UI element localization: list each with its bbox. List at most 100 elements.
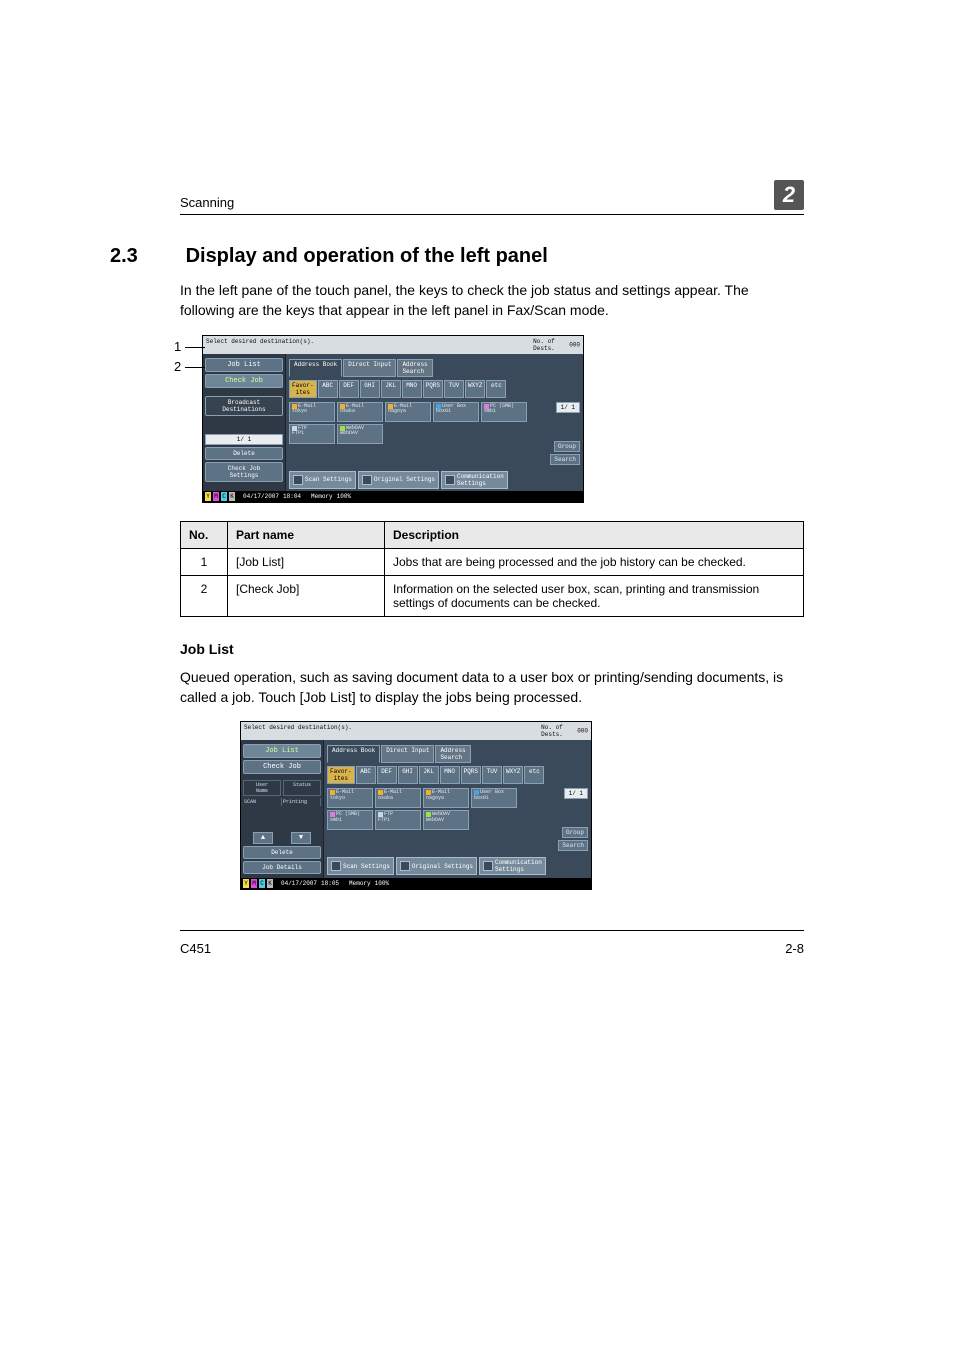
section-number: 2.3 — [110, 245, 180, 268]
group-button[interactable]: Group — [554, 441, 580, 452]
dest-userbox[interactable]: User Boxbox01 — [471, 788, 517, 808]
job-status: Printing — [282, 798, 321, 806]
dest-email-osaka[interactable]: E-Mailosaka — [337, 402, 383, 422]
scan-settings-button[interactable]: Scan Settings — [289, 471, 356, 489]
mfp2-dests-label: No. of Dests. — [541, 724, 563, 738]
scroll-down-button[interactable]: ▼ — [291, 832, 311, 844]
status-time: 18:05 — [321, 880, 339, 887]
tab-address-search[interactable]: Address Search — [435, 745, 470, 763]
joblist-col-username: User Name — [243, 780, 281, 796]
alpha-tuv[interactable]: TUV — [482, 766, 502, 784]
status-memory-label: Memory — [311, 493, 333, 500]
alpha-etc[interactable]: etc — [486, 380, 506, 398]
status-date: 04/17/2007 — [281, 880, 317, 887]
job-row[interactable]: SCAN Printing — [243, 798, 321, 806]
original-settings-button[interactable]: Original Settings — [396, 857, 477, 875]
alpha-etc[interactable]: etc — [524, 766, 544, 784]
tab-address-search[interactable]: Address Search — [397, 359, 432, 377]
toner-k-icon: K — [267, 879, 273, 888]
search-button[interactable]: Search — [550, 454, 580, 465]
tab-address-book[interactable]: Address Book — [289, 359, 342, 377]
dest-ftp[interactable]: FTPFTP1 — [375, 810, 421, 830]
delete-button[interactable]: Delete — [205, 447, 283, 460]
alpha-wxyz[interactable]: WXYZ — [503, 766, 523, 784]
alpha-abc[interactable]: ABC — [356, 766, 376, 784]
tab-address-book[interactable]: Address Book — [327, 745, 380, 763]
status-memory-pct: 100% — [375, 880, 389, 887]
alpha-ghi[interactable]: GHI — [360, 380, 380, 398]
footer-page: 2-8 — [785, 941, 804, 956]
table-row: 1 [Job List] Jobs that are being process… — [181, 548, 804, 575]
communication-settings-icon — [445, 475, 455, 485]
alpha-ghi[interactable]: GHI — [398, 766, 418, 784]
toner-y-icon: Y — [205, 492, 211, 501]
mfp1-prompt: Select desired destination(s). — [206, 338, 314, 352]
toner-m-icon: M — [213, 492, 219, 501]
dest-email-osaka[interactable]: E-Mailosaka — [375, 788, 421, 808]
alpha-jkl[interactable]: JKL — [419, 766, 439, 784]
tab-direct-input[interactable]: Direct Input — [343, 359, 396, 377]
job-list-text: Queued operation, such as saving documen… — [180, 667, 804, 708]
toner-m-icon: M — [251, 879, 257, 888]
col-desc: Description — [385, 521, 804, 548]
alpha-favorites[interactable]: Favor- ites — [289, 380, 317, 398]
alpha-jkl[interactable]: JKL — [381, 380, 401, 398]
mfp2-status-bar: Y M C K 04/17/2007 18:05 Memory 100% — [241, 878, 591, 889]
dest-userbox[interactable]: User Boxbox01 — [433, 402, 479, 422]
delete-button[interactable]: Delete — [243, 846, 321, 859]
dest-email-nagoya[interactable]: E-Mailnagoya — [385, 402, 431, 422]
original-settings-button[interactable]: Original Settings — [358, 471, 439, 489]
alpha-def[interactable]: DEF — [377, 766, 397, 784]
dest-webdav[interactable]: WebDAVWebDAV — [337, 424, 383, 444]
broadcast-destinations-button[interactable]: Broadcast Destinations — [205, 396, 283, 416]
alpha-pqrs[interactable]: PQRS — [423, 380, 443, 398]
left-page-indicator: 1/ 1 — [205, 434, 283, 445]
dest-email-nagoya[interactable]: E-Mailnagoya — [423, 788, 469, 808]
check-job-settings-button[interactable]: Check Job Settings — [205, 462, 283, 482]
check-job-button[interactable]: Check Job — [243, 760, 321, 774]
alpha-mno[interactable]: MNO — [440, 766, 460, 784]
dest-webdav[interactable]: WebDAVWebDAV — [423, 810, 469, 830]
job-details-button[interactable]: Job Details — [243, 861, 321, 874]
job-list-button[interactable]: Job List — [243, 744, 321, 758]
dest-email-tokyo[interactable]: E-Mailtokyo — [327, 788, 373, 808]
communication-settings-button[interactable]: Communication Settings — [479, 857, 546, 875]
mfp2-main-panel: Address Book Direct Input Address Search… — [324, 740, 591, 878]
alpha-favorites[interactable]: Favor- ites — [327, 766, 355, 784]
dest-smb[interactable]: PC (SMB)smb1 — [327, 810, 373, 830]
tab-direct-input[interactable]: Direct Input — [381, 745, 434, 763]
search-button[interactable]: Search — [558, 840, 588, 851]
mfp1-top-bar: Select desired destination(s). No. of De… — [203, 336, 583, 354]
alpha-tuv[interactable]: TUV — [444, 380, 464, 398]
alpha-wxyz[interactable]: WXYZ — [465, 380, 485, 398]
original-settings-icon — [362, 475, 372, 485]
status-memory-pct: 100% — [337, 493, 351, 500]
cell-desc: Information on the selected user box, sc… — [385, 575, 804, 616]
mfp2-dests-count: 000 — [577, 728, 588, 735]
scan-settings-icon — [293, 475, 303, 485]
alpha-abc[interactable]: ABC — [318, 380, 338, 398]
alpha-def[interactable]: DEF — [339, 380, 359, 398]
alpha-pqrs[interactable]: PQRS — [461, 766, 481, 784]
parts-table: No. Part name Description 1 [Job List] J… — [180, 521, 804, 617]
job-list-button[interactable]: Job List — [205, 358, 283, 372]
toner-y-icon: Y — [243, 879, 249, 888]
mfp1-status-bar: Y M C K 04/17/2007 18:04 Memory 100% — [203, 491, 583, 502]
toner-c-icon: C — [221, 492, 227, 501]
toner-icons: Y M C K — [243, 879, 273, 888]
dest-ftp[interactable]: FTPFTP1 — [289, 424, 335, 444]
scan-settings-button[interactable]: Scan Settings — [327, 857, 394, 875]
group-button[interactable]: Group — [562, 827, 588, 838]
alpha-mno[interactable]: MNO — [402, 380, 422, 398]
communication-settings-button[interactable]: Communication Settings — [441, 471, 508, 489]
dest-smb[interactable]: PC (SMB)smb1 — [481, 402, 527, 422]
dest-email-tokyo[interactable]: E-Mailtokyo — [289, 402, 335, 422]
scroll-up-button[interactable]: ▲ — [253, 832, 273, 844]
check-job-button[interactable]: Check Job — [205, 374, 283, 388]
joblist-col-status: Status — [283, 780, 321, 796]
toner-k-icon: K — [229, 492, 235, 501]
callout-2: 2 — [174, 359, 181, 374]
chapter-number-badge: 2 — [774, 180, 804, 210]
scan-settings-icon — [331, 861, 341, 871]
toner-c-icon: C — [259, 879, 265, 888]
